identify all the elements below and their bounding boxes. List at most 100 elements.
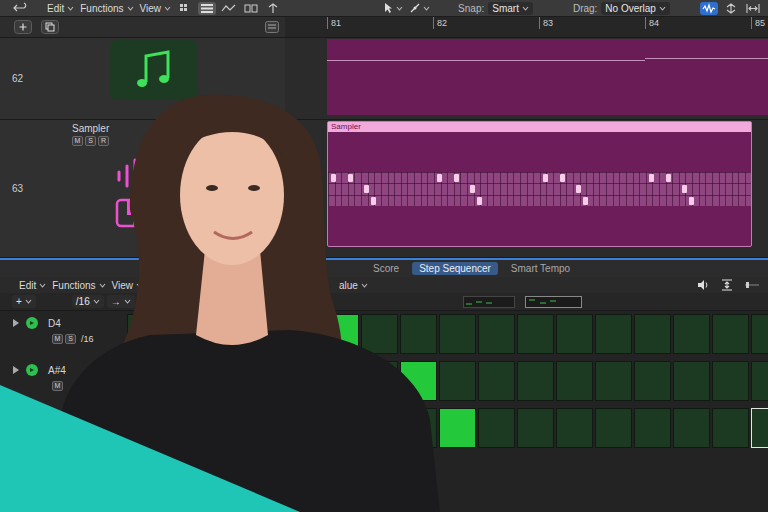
step-cell[interactable]	[556, 314, 593, 354]
midi-note[interactable]	[348, 174, 353, 182]
midi-note[interactable]	[543, 174, 548, 182]
midi-note[interactable]	[477, 197, 482, 205]
step-cell[interactable]	[361, 361, 398, 401]
editor-tab[interactable]: Smart Tempo	[504, 262, 577, 275]
row-power-icon[interactable]	[26, 364, 38, 376]
step-cell[interactable]	[634, 314, 671, 354]
step-cell[interactable]	[244, 361, 281, 401]
curve-tool[interactable]	[409, 2, 430, 14]
toolbar-toggle-icon[interactable]	[744, 2, 762, 15]
step-cell[interactable]	[712, 408, 749, 448]
midi-note[interactable]	[576, 185, 581, 193]
step-cell[interactable]	[400, 361, 437, 401]
track-row[interactable]: 62	[0, 38, 768, 120]
step-cell[interactable]	[205, 361, 242, 401]
step-cell[interactable]	[595, 408, 632, 448]
step-cell[interactable]	[361, 408, 398, 448]
step-cell[interactable]	[322, 361, 359, 401]
view-toggle-icon[interactable]	[176, 2, 194, 15]
midi-note[interactable]	[470, 185, 475, 193]
step-cell[interactable]	[634, 408, 671, 448]
back-icon[interactable]	[12, 2, 32, 14]
step-cell[interactable]	[400, 314, 437, 354]
step-cell[interactable]	[712, 314, 749, 354]
step-cell[interactable]	[322, 314, 359, 354]
step-cell[interactable]	[478, 314, 515, 354]
track-toggle-button[interactable]: M	[72, 136, 83, 146]
toolbar-toggle-icon[interactable]	[700, 2, 718, 15]
step-row-rate[interactable]: /16	[81, 334, 94, 344]
menu-button[interactable]: Functions	[49, 280, 108, 291]
track-header[interactable]: 62	[0, 38, 285, 119]
step-cell[interactable]	[673, 314, 710, 354]
value-dropdown[interactable]: alue	[336, 280, 371, 291]
step-cell[interactable]	[322, 408, 359, 448]
midi-note[interactable]	[583, 197, 588, 205]
menu-button[interactable]: View	[109, 280, 147, 291]
view-toggle-icon[interactable]	[220, 2, 238, 15]
track-toggle-button[interactable]: S	[85, 136, 96, 146]
menu-button[interactable]: Edit	[16, 280, 49, 291]
add-row-button[interactable]: +	[12, 295, 36, 308]
step-cell[interactable]	[205, 314, 242, 354]
track-row[interactable]: 63SamplerMSR Sampler	[0, 120, 768, 258]
step-rate-dropdown[interactable]: /16	[72, 295, 104, 308]
midi-note[interactable]	[682, 185, 687, 193]
step-cell[interactable]	[283, 408, 320, 448]
step-cell[interactable]	[517, 361, 554, 401]
step-cell[interactable]	[166, 314, 203, 354]
drag-dropdown[interactable]: No Overlap	[601, 2, 670, 15]
timeline-ruler[interactable]: 8182838485	[285, 17, 768, 37]
step-cell[interactable]	[556, 361, 593, 401]
step-cell[interactable]	[361, 314, 398, 354]
row-power-icon[interactable]	[26, 317, 38, 329]
step-cell[interactable]	[517, 408, 554, 448]
playback-mode-dropdown[interactable]: →	[107, 295, 135, 308]
step-cell[interactable]	[595, 314, 632, 354]
step-cell[interactable]	[478, 361, 515, 401]
snap-dropdown[interactable]: Smart	[488, 2, 533, 15]
menu-button[interactable]: Edit	[44, 3, 77, 14]
zoom-slider-icon[interactable]	[744, 279, 760, 291]
step-cell[interactable]	[283, 361, 320, 401]
duplicate-track-icon[interactable]	[41, 20, 59, 34]
midi-note[interactable]	[437, 174, 442, 182]
step-cell[interactable]	[439, 361, 476, 401]
step-cell[interactable]	[595, 361, 632, 401]
track-header[interactable]: 63SamplerMSR	[0, 120, 285, 257]
fit-icon[interactable]	[720, 279, 734, 291]
add-track-icon[interactable]	[14, 20, 32, 34]
step-cell[interactable]	[439, 408, 476, 448]
step-cell[interactable]	[673, 361, 710, 401]
track-toggle-button[interactable]: R	[98, 136, 109, 146]
step-cell[interactable]	[127, 408, 164, 448]
step-cell[interactable]	[439, 314, 476, 354]
step-cell[interactable]	[634, 361, 671, 401]
step-row-toggle[interactable]: M	[52, 381, 63, 391]
step-cell[interactable]	[751, 314, 768, 354]
view-toggle-icon[interactable]	[264, 2, 282, 15]
midi-note[interactable]	[331, 174, 336, 182]
step-cell[interactable]	[517, 314, 554, 354]
disclosure-closed-icon[interactable]	[12, 319, 20, 327]
pointer-tool[interactable]	[382, 2, 403, 14]
step-cell[interactable]	[244, 314, 281, 354]
step-cell[interactable]	[751, 408, 768, 448]
step-cell[interactable]	[283, 314, 320, 354]
midi-note[interactable]	[371, 197, 376, 205]
menu-button[interactable]: View	[137, 3, 175, 14]
step-cell[interactable]	[712, 361, 749, 401]
step-row-toggle[interactable]: S	[65, 334, 76, 344]
step-cell[interactable]	[127, 361, 164, 401]
midi-region[interactable]: Sampler	[327, 121, 752, 247]
step-cell[interactable]	[166, 408, 203, 448]
midi-note[interactable]	[364, 185, 369, 193]
midi-note[interactable]	[454, 174, 459, 182]
view-toggle-icon[interactable]	[242, 2, 260, 15]
midi-note[interactable]	[666, 174, 671, 182]
menu-button[interactable]: Functions	[77, 3, 136, 14]
midi-region[interactable]	[327, 39, 768, 115]
midi-note[interactable]	[649, 174, 654, 182]
pattern-overview[interactable]	[463, 296, 515, 308]
editor-tab[interactable]: Step Sequencer	[412, 262, 498, 275]
